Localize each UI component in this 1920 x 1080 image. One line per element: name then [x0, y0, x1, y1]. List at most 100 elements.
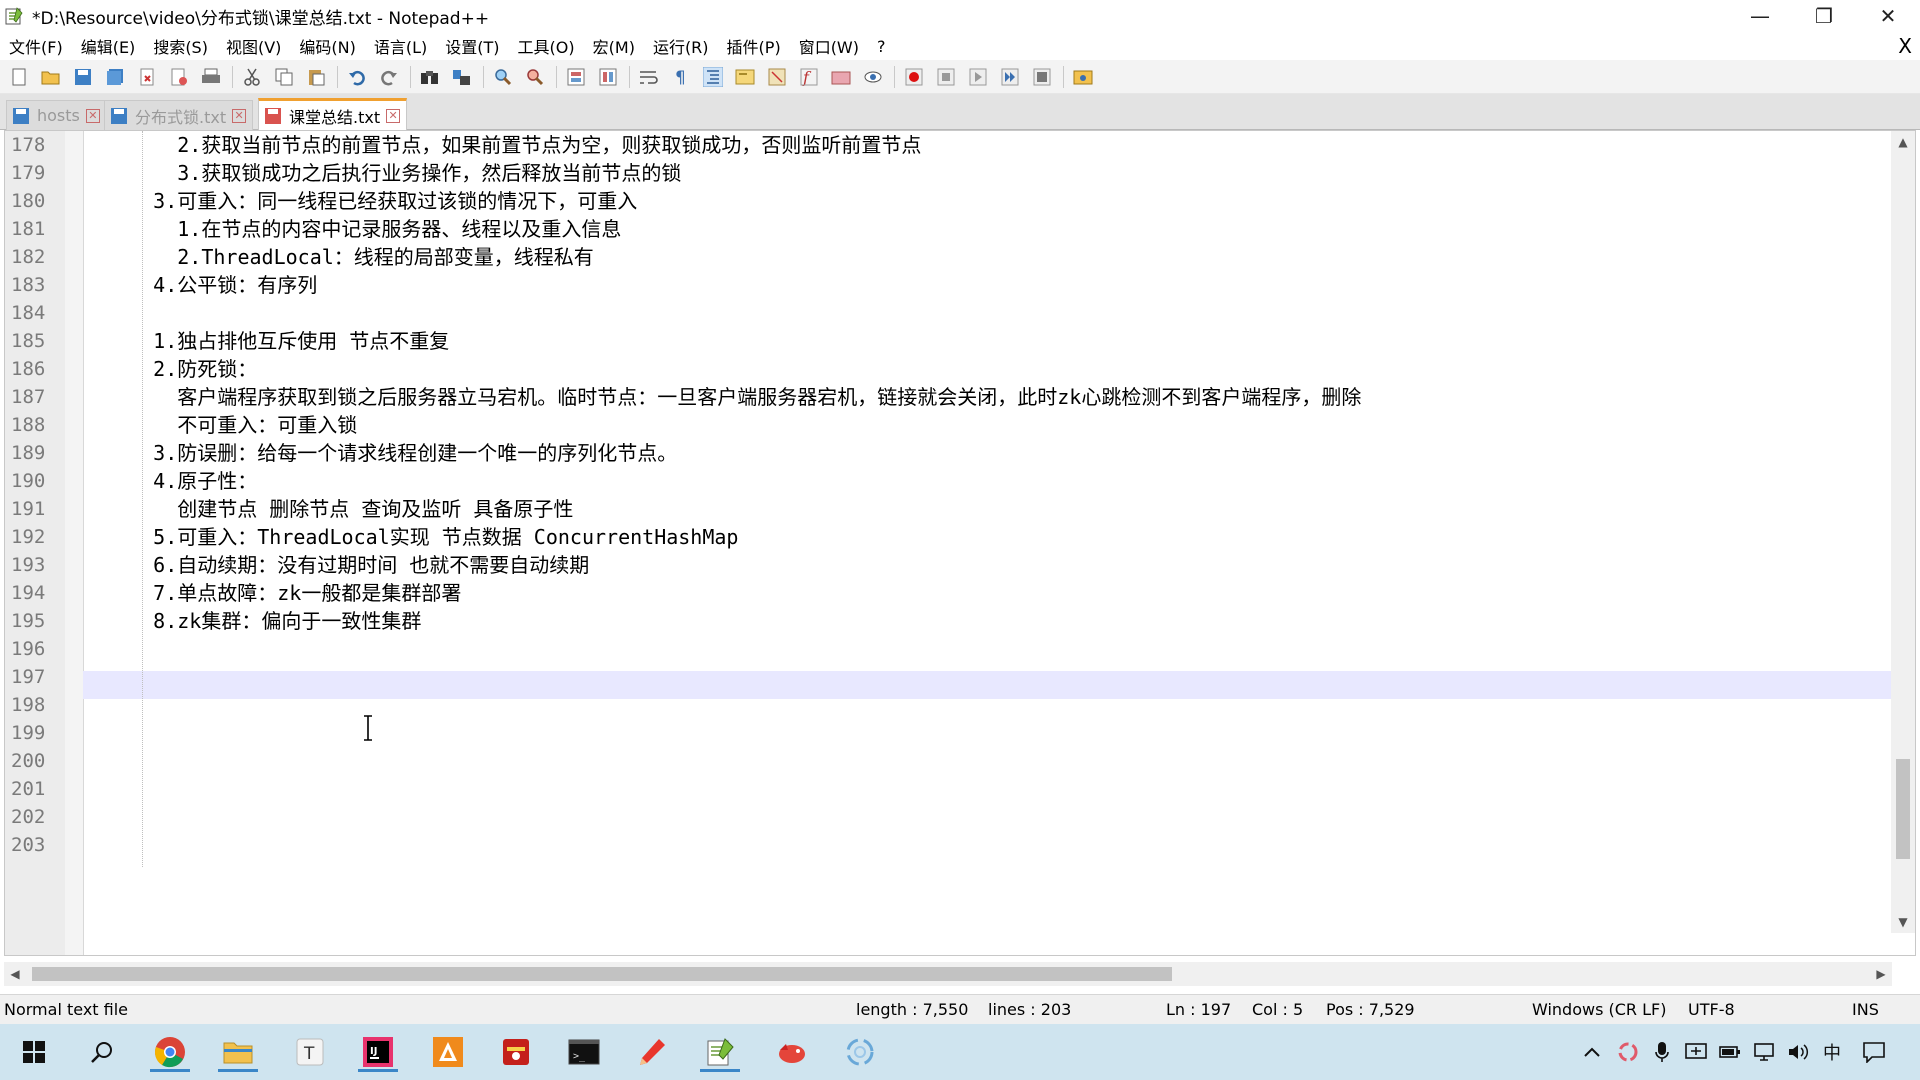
red-bird-app-icon[interactable]: [772, 1032, 812, 1072]
horizontal-scroll-thumb[interactable]: [32, 967, 1172, 981]
close-document-button[interactable]: X: [1898, 34, 1912, 58]
sync-vertical-icon[interactable]: [563, 64, 589, 90]
zoom-in-icon[interactable]: [490, 64, 516, 90]
close-all-icon[interactable]: [166, 64, 192, 90]
run-macro-multiple-icon[interactable]: [997, 64, 1023, 90]
menu-language[interactable]: 语言(L): [365, 34, 436, 58]
status-insert-mode[interactable]: INS: [1852, 995, 1879, 1025]
fold-margin[interactable]: [65, 131, 83, 955]
indent-guide-icon[interactable]: [700, 64, 726, 90]
save-icon[interactable]: [70, 64, 96, 90]
vertical-scroll-thumb[interactable]: [1896, 759, 1910, 859]
sync-horizontal-icon[interactable]: [595, 64, 621, 90]
menu-run[interactable]: 运行(R): [644, 34, 718, 58]
status-column: Col : 5: [1252, 1000, 1304, 1019]
red-app-icon[interactable]: [496, 1032, 536, 1072]
tab-distributed-lock[interactable]: 分布式锁.txt ✕: [104, 100, 254, 130]
wired-network-icon[interactable]: [1752, 1038, 1776, 1066]
network-share-icon[interactable]: [1684, 1038, 1708, 1066]
show-all-characters-icon[interactable]: ¶: [668, 64, 694, 90]
print-icon[interactable]: [198, 64, 224, 90]
menu-help[interactable]: ?: [868, 37, 895, 56]
replace-icon[interactable]: [449, 64, 475, 90]
save-macro-icon[interactable]: [1029, 64, 1055, 90]
tab-class-summary[interactable]: 课堂总结.txt ✕: [258, 98, 408, 130]
line-number: 185: [11, 330, 46, 352]
paste-icon[interactable]: [303, 64, 329, 90]
tab-bar: hosts ✕ 分布式锁.txt ✕ 课堂总结.txt ✕: [0, 94, 1920, 130]
cut-icon[interactable]: [239, 64, 265, 90]
close-file-icon[interactable]: [134, 64, 160, 90]
menu-tools[interactable]: 工具(O): [509, 34, 584, 58]
vertical-scrollbar[interactable]: ▲ ▼: [1891, 131, 1915, 933]
menu-window[interactable]: 窗口(W): [790, 34, 868, 58]
find-icon[interactable]: [417, 64, 443, 90]
red-swirl-tray-icon[interactable]: [1616, 1038, 1640, 1066]
search-icon[interactable]: [82, 1032, 122, 1072]
doc-map-icon[interactable]: [764, 64, 790, 90]
notepad-plus-plus-taskbar-icon[interactable]: [700, 1032, 740, 1072]
code-line: 2.获取当前节点的前置节点，如果前置节点为空，则获取锁成功，否则监听前置节点: [105, 133, 922, 157]
ime-indicator[interactable]: 中: [1820, 1038, 1844, 1066]
scroll-up-icon[interactable]: ▲: [1891, 131, 1915, 153]
pen-app-icon[interactable]: [632, 1032, 672, 1072]
horizontal-scrollbar[interactable]: ◀ ▶: [4, 962, 1892, 986]
plugin-icon[interactable]: [1070, 64, 1096, 90]
play-macro-icon[interactable]: [965, 64, 991, 90]
open-file-icon[interactable]: [38, 64, 64, 90]
status-eol-format[interactable]: Windows (CR LF): [1532, 995, 1666, 1025]
menu-settings[interactable]: 设置(T): [436, 34, 508, 58]
redo-icon[interactable]: [376, 64, 402, 90]
text-editor[interactable]: 178 179 180 181 182 183 184 185 186 187 …: [4, 130, 1916, 956]
new-file-icon[interactable]: [6, 64, 32, 90]
window-controls: — ❐ ✕: [1728, 0, 1920, 32]
chrome-icon[interactable]: [150, 1032, 190, 1072]
save-all-icon[interactable]: [102, 64, 128, 90]
menu-plugins[interactable]: 插件(P): [718, 34, 790, 58]
notification-center-icon[interactable]: [1862, 1038, 1886, 1066]
undo-icon[interactable]: [344, 64, 370, 90]
stop-macro-icon[interactable]: [933, 64, 959, 90]
zoom-out-icon[interactable]: [522, 64, 548, 90]
restore-button[interactable]: ❐: [1792, 0, 1856, 32]
user-language-icon[interactable]: [732, 64, 758, 90]
file-explorer-icon[interactable]: [218, 1032, 258, 1072]
scroll-left-icon[interactable]: ◀: [4, 962, 26, 986]
line-number: 179: [11, 162, 46, 184]
folder-as-workspace-icon[interactable]: [828, 64, 854, 90]
menu-macro[interactable]: 宏(M): [584, 34, 644, 58]
menu-edit[interactable]: 编辑(E): [72, 34, 145, 58]
swirl-app-icon[interactable]: [840, 1032, 880, 1072]
menu-encoding[interactable]: 编码(N): [290, 34, 364, 58]
orange-app-icon[interactable]: [428, 1032, 468, 1072]
close-button[interactable]: ✕: [1856, 0, 1920, 32]
monitoring-icon[interactable]: [860, 64, 886, 90]
intellij-icon[interactable]: IJ: [358, 1032, 398, 1072]
record-macro-icon[interactable]: [901, 64, 927, 90]
windows-start-icon[interactable]: [14, 1032, 54, 1072]
function-list-icon[interactable]: f: [796, 64, 822, 90]
terminal-icon[interactable]: >_: [564, 1032, 604, 1072]
code-line: 1.独占排他互斥使用 节点不重复: [105, 329, 450, 353]
scroll-right-icon[interactable]: ▶: [1870, 962, 1892, 986]
tab-hosts[interactable]: hosts ✕: [6, 100, 107, 130]
menu-view[interactable]: 视图(V): [217, 34, 290, 58]
status-encoding[interactable]: UTF-8: [1688, 995, 1735, 1025]
copy-icon[interactable]: [271, 64, 297, 90]
chevron-up-icon[interactable]: [1580, 1038, 1604, 1066]
microphone-icon[interactable]: [1650, 1038, 1674, 1066]
notepad-plus-plus-window: *D:\Resource\video\分布式锁\课堂总结.txt - Notep…: [0, 0, 1920, 1080]
menu-search[interactable]: 搜索(S): [144, 34, 217, 58]
tab-close-icon[interactable]: ✕: [232, 108, 247, 123]
menu-file[interactable]: 文件(F): [0, 34, 72, 58]
tab-close-icon[interactable]: ✕: [386, 108, 401, 123]
line-number: 192: [11, 526, 46, 548]
scroll-down-icon[interactable]: ▼: [1891, 911, 1915, 933]
minimize-button[interactable]: —: [1728, 0, 1792, 32]
battery-icon[interactable]: [1718, 1038, 1742, 1066]
word-wrap-icon[interactable]: [636, 64, 662, 90]
code-line: 5.可重入：ThreadLocal实现 节点数据 ConcurrentHashM…: [105, 525, 739, 549]
volume-icon[interactable]: [1786, 1038, 1810, 1066]
typora-icon[interactable]: T: [290, 1032, 330, 1072]
tab-close-icon[interactable]: ✕: [85, 108, 100, 123]
